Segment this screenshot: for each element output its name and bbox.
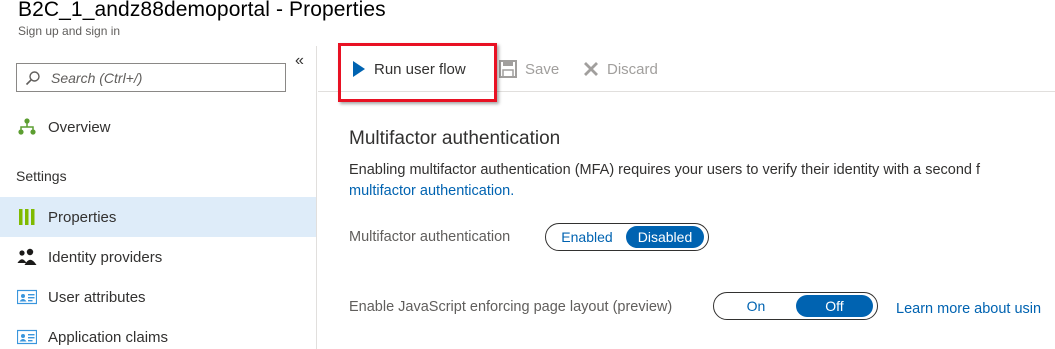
discard-label: Discard: [607, 60, 658, 78]
command-bar: Run user flow Save Discard: [318, 46, 1055, 92]
users-icon: [16, 246, 38, 268]
contact-card-icon: [16, 326, 38, 348]
mfa-option-enabled[interactable]: Enabled: [548, 226, 626, 248]
page-title: B2C_1_andz88demoportal - Properties: [18, 0, 386, 21]
sidebar-item-label: Overview: [48, 118, 111, 136]
js-option-on[interactable]: On: [716, 295, 796, 317]
close-icon: [583, 61, 599, 77]
mfa-link[interactable]: multifactor authentication.: [349, 183, 514, 199]
learn-more-link[interactable]: Learn more about usin: [896, 301, 1041, 317]
sidebar-item-label: User attributes: [48, 288, 146, 306]
sidebar-item-label: Identity providers: [48, 248, 163, 266]
sidebar-item-overview[interactable]: Overview: [0, 107, 316, 147]
page-subtitle: Sign up and sign in: [18, 24, 121, 38]
search-input[interactable]: [51, 69, 271, 86]
mfa-toggle[interactable]: Enabled Disabled: [545, 223, 709, 251]
section-settings: Settings: [16, 168, 67, 184]
js-option-off[interactable]: Off: [796, 295, 873, 317]
mfa-label: Multifactor authentication: [349, 229, 511, 245]
save-icon: [499, 60, 517, 78]
discard-button[interactable]: Discard: [583, 46, 658, 92]
sidebar-item-identity-providers[interactable]: Identity providers: [0, 237, 316, 277]
sidebar-item-label: Application claims: [48, 328, 169, 346]
sidebar-item-properties[interactable]: Properties: [0, 197, 316, 237]
sidebar-item-label: Properties: [48, 208, 117, 226]
js-layout-label: Enable JavaScript enforcing page layout …: [349, 299, 673, 315]
sidebar: « Overview Settings Properties: [0, 46, 317, 349]
mfa-description: Enabling multifactor authentication (MFA…: [349, 162, 981, 178]
section-heading: Multifactor authentication: [349, 128, 561, 149]
properties-icon: [16, 206, 38, 228]
run-user-flow-label: Run user flow: [374, 60, 466, 78]
collapse-sidebar-button[interactable]: «: [295, 52, 304, 70]
mfa-option-disabled[interactable]: Disabled: [626, 226, 704, 248]
run-user-flow-button[interactable]: Run user flow: [352, 46, 466, 92]
hierarchy-icon: [16, 116, 38, 138]
search-icon: [25, 70, 40, 85]
sidebar-item-user-attributes[interactable]: User attributes: [0, 277, 316, 317]
js-layout-toggle[interactable]: On Off: [713, 292, 878, 320]
contact-card-icon: [16, 286, 38, 308]
sidebar-item-application-claims[interactable]: Application claims: [0, 317, 316, 349]
save-button[interactable]: Save: [499, 46, 559, 92]
save-label: Save: [525, 60, 560, 78]
play-icon: [352, 60, 366, 78]
search-box[interactable]: [16, 63, 286, 92]
